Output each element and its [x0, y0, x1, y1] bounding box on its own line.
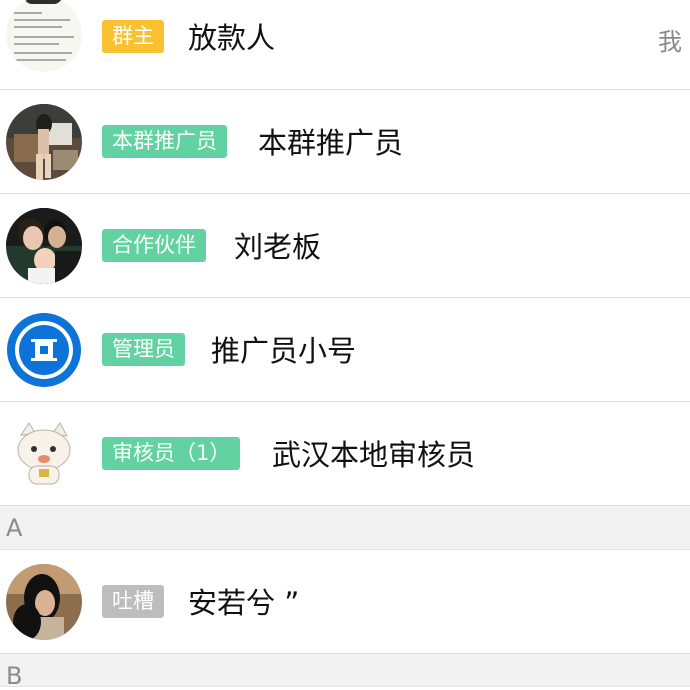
woman-photo-avatar: [6, 564, 82, 640]
member-row-owner[interactable]: 群主 放款人 我: [0, 0, 690, 90]
member-name: 安若兮 ”: [188, 586, 300, 620]
notice-image-avatar: [6, 0, 82, 72]
blue-coin-icon: [6, 312, 82, 388]
member-row-admin[interactable]: 管理员 推广员小号: [0, 298, 690, 402]
person-photo-avatar: [6, 104, 82, 180]
member-row-roast[interactable]: 吐槽 安若兮 ”: [0, 550, 690, 654]
person-photo: [6, 104, 82, 180]
promoter-badge: 本群推广员: [102, 125, 227, 158]
notice-line: [14, 36, 74, 38]
cartoon-cat-avatar: [6, 416, 82, 492]
partner-badge: 合作伙伴: [102, 229, 206, 262]
woman-photo: [6, 564, 82, 640]
member-name: 推广员小号: [211, 334, 357, 368]
family-photo-avatar: [6, 208, 82, 284]
section-header-a: A: [0, 506, 690, 550]
member-row-partner[interactable]: 合作伙伴 刘老板: [0, 194, 690, 298]
section-header-b: B: [0, 654, 690, 690]
owner-badge: 群主: [102, 20, 164, 53]
admin-badge: 管理员: [102, 333, 185, 366]
member-row-promoter[interactable]: 本群推广员 本群推广员: [0, 90, 690, 194]
me-label: 我: [658, 28, 682, 56]
family-photo: [6, 208, 82, 284]
roast-badge: 吐槽: [102, 585, 164, 618]
member-row-reviewer[interactable]: 审核员（1） 武汉本地审核员: [0, 402, 690, 506]
member-name: 刘老板: [234, 230, 322, 264]
notice-top-shape: [24, 0, 62, 4]
notice-line: [14, 52, 72, 54]
member-name: 武汉本地审核员: [272, 438, 476, 472]
reviewer-badge: 审核员（1）: [102, 437, 241, 470]
notice-line: [14, 43, 59, 45]
member-name: 本群推广员: [258, 126, 404, 160]
member-name: 放款人: [188, 21, 276, 55]
notice-image: [6, 0, 82, 72]
blue-coin-graphic: [7, 313, 81, 387]
notice-line: [14, 12, 42, 14]
notice-line: [14, 59, 66, 61]
notice-line: [14, 26, 62, 28]
cartoon-cat: [6, 416, 82, 492]
notice-line: [14, 19, 70, 21]
group-member-list-screen: 群主 放款人 我 本群推广员 本群推广员 合作伙伴 刘老板 管理员 推广员小号 …: [0, 0, 690, 690]
